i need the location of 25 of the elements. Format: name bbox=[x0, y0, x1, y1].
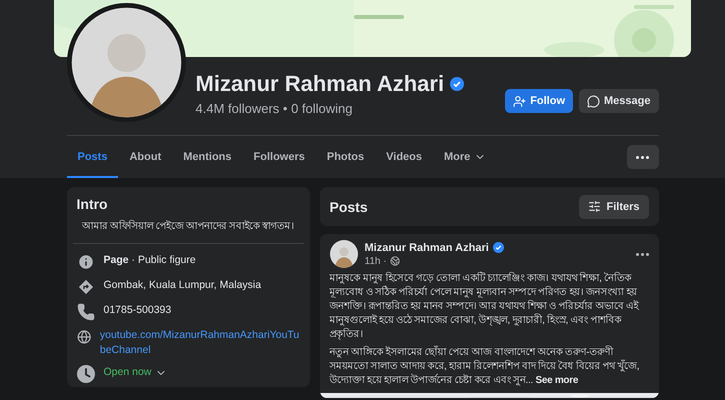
detail-text: 01785-500393 bbox=[104, 303, 172, 318]
filters-button[interactable]: Filters bbox=[579, 194, 648, 218]
detail-text: Open now bbox=[104, 365, 152, 380]
detail-text: Gombak, Kuala Lumpur, Malaysia bbox=[104, 278, 262, 293]
follow-button[interactable]: Follow bbox=[505, 89, 574, 113]
profile-tab[interactable]: Followers bbox=[242, 138, 316, 178]
card-title: Posts bbox=[330, 198, 368, 214]
profile-tab[interactable]: Mentions bbox=[172, 138, 243, 178]
see-more-link[interactable]: See more bbox=[535, 375, 578, 386]
post-time[interactable]: 11h · bbox=[364, 256, 387, 266]
profile-name: Mizanur Rahman Azhari bbox=[196, 71, 444, 97]
bio-text: আমার অফিসিয়াল পেইজে আপনাদের সবাইকে স্বাগতম। bbox=[72, 218, 304, 244]
card-title: Intro bbox=[76, 196, 109, 212]
profile-tab[interactable]: About bbox=[118, 138, 172, 178]
follower-count: 4.4M followers • 0 following bbox=[196, 101, 354, 116]
message-button[interactable]: Message bbox=[579, 89, 658, 113]
profile-tab[interactable]: More bbox=[433, 138, 498, 178]
post-text: নতুন আঙ্গিকে ইসলামের ছোঁয়া পেয়ে আজ বাংলাদেশে অনেক তরুণ-তরুণী সময়মতো সালাত আদায় করে, হারাম রিলেশনশিপ বাদ দিয়ে বৈধ বিয়ের পথ খুঁজে, উদ্যোক্তা হয়ে হালাল উপার্জনের চেষ্টা করে এবং সুন... See more bbox=[330, 346, 640, 388]
profile-tab[interactable]: Photos bbox=[316, 138, 376, 178]
profile-tab[interactable]: Posts bbox=[66, 138, 118, 178]
profile-tab[interactable]: Videos bbox=[375, 138, 434, 178]
detail-text: Page · Public figure bbox=[104, 253, 196, 268]
post-text: মানুষকে মানুষ হিসেবে গড়ে তোলা একটি চ্যালেঞ্জিং কাজ। যথাযথ শিক্ষা, নৈতিক মূল্যবোধ ও সঠিক পরিচর্যা পেলে মানুষ মূল্যবান সম্পদে পরিণত হয়। জনসংখ্যা হয় জনশক্তি। রূপান্তরিত হয় মানব সম্পদে। আর যথাযথ শিক্ষা ও পরিচর্যার অভাবে এই মানুষগুলোই হয়ে ওঠে সমাজের বোঝা, উশৃঙ্খল, দুরাচারী, হিংস্র, এবং পাশবিক প্রকৃতির। bbox=[330, 272, 640, 342]
website-link[interactable]: youtube.com/MizanurRahmanAzhariYouTubeChannel bbox=[100, 328, 300, 358]
author-name[interactable]: Mizanur Rahman Azhari bbox=[364, 242, 489, 254]
